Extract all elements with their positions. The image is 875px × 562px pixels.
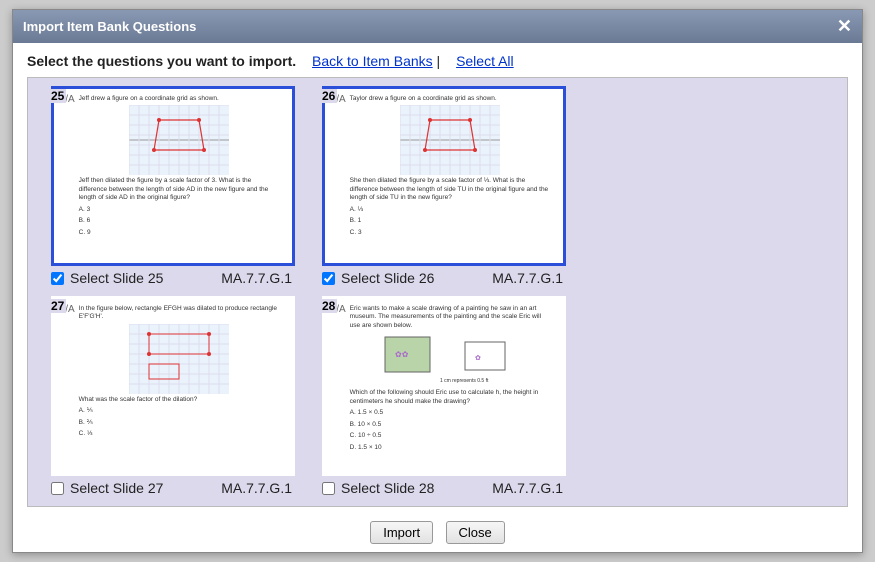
dialog-title: Import Item Bank Questions (23, 19, 196, 34)
import-dialog: Import Item Bank Questions ✕ Select the … (12, 9, 863, 553)
select-row: Select Slide 26 MA.7.7.G.1 (306, 266, 571, 292)
select-label: Select Slide 25 (70, 270, 163, 286)
header-row: Select the questions you want to import.… (27, 53, 848, 69)
svg-text:1 cm represents 0.5 ft: 1 cm represents 0.5 ft (440, 378, 489, 384)
import-button[interactable]: Import (370, 521, 433, 544)
dialog-content: Select the questions you want to import.… (13, 43, 862, 513)
back-link[interactable]: Back to Item Banks (312, 53, 433, 69)
slide-thumbnail[interactable]: N/ADennis made a scale drawing of a tree… (322, 506, 566, 507)
slide-cell: 26N/ATaylor drew a figure on a coordinat… (306, 86, 571, 292)
slide-grid: 25N/AJeff drew a figure on a coordinate … (32, 84, 843, 507)
slide-cell: 25N/AJeff drew a figure on a coordinate … (35, 86, 300, 292)
slide-cell: 30N/ADennis made a scale drawing of a tr… (306, 506, 571, 507)
close-button[interactable]: Close (446, 521, 505, 544)
slide-thumbnail[interactable]: N/AEric wants to make a scale drawing of… (322, 296, 566, 476)
standard-code: MA.7.7.G.1 (221, 270, 292, 286)
select-label: Select Slide 26 (341, 270, 434, 286)
svg-text:✿: ✿ (475, 355, 481, 362)
slide-thumbnail[interactable]: N/ATaylor drew a figure on a coordinate … (322, 86, 566, 266)
slide-cell: 29N/AThe picture below shows the length … (35, 506, 300, 507)
prompt-text: Select the questions you want to import. (27, 53, 296, 69)
titlebar: Import Item Bank Questions ✕ (13, 10, 862, 43)
select-row: Select Slide 28 MA.7.7.G.1 (306, 476, 571, 502)
slide-number: 25 (49, 89, 66, 103)
slide-number: 26 (320, 89, 337, 103)
slide-thumbnail[interactable]: N/AIn the figure below, rectangle EFGH w… (51, 296, 295, 476)
standard-code: MA.7.7.G.1 (492, 480, 563, 496)
select-row: Select Slide 25 MA.7.7.G.1 (35, 266, 300, 292)
slide-number: 27 (49, 299, 66, 313)
select-label: Select Slide 27 (70, 480, 163, 496)
standard-code: MA.7.7.G.1 (492, 270, 563, 286)
slide-number: 28 (320, 299, 337, 313)
slide-scroll-area[interactable]: 25N/AJeff drew a figure on a coordinate … (27, 77, 848, 507)
select-row: Select Slide 27 MA.7.7.G.1 (35, 476, 300, 502)
dialog-footer: Import Close (13, 513, 862, 554)
slide-thumbnail[interactable]: N/AThe picture below shows the length of… (51, 506, 295, 507)
svg-text:✿✿: ✿✿ (395, 350, 409, 359)
select-checkbox[interactable] (322, 272, 335, 285)
standard-code: MA.7.7.G.1 (221, 480, 292, 496)
select-all-link[interactable]: Select All (456, 53, 514, 69)
slide-cell: 27N/AIn the figure below, rectangle EFGH… (35, 296, 300, 502)
slide-cell: 28N/AEric wants to make a scale drawing … (306, 296, 571, 502)
select-checkbox[interactable] (51, 482, 64, 495)
select-label: Select Slide 28 (341, 480, 434, 496)
close-icon[interactable]: ✕ (837, 16, 852, 37)
select-checkbox[interactable] (322, 482, 335, 495)
select-checkbox[interactable] (51, 272, 64, 285)
slide-thumbnail[interactable]: N/AJeff drew a figure on a coordinate gr… (51, 86, 295, 266)
